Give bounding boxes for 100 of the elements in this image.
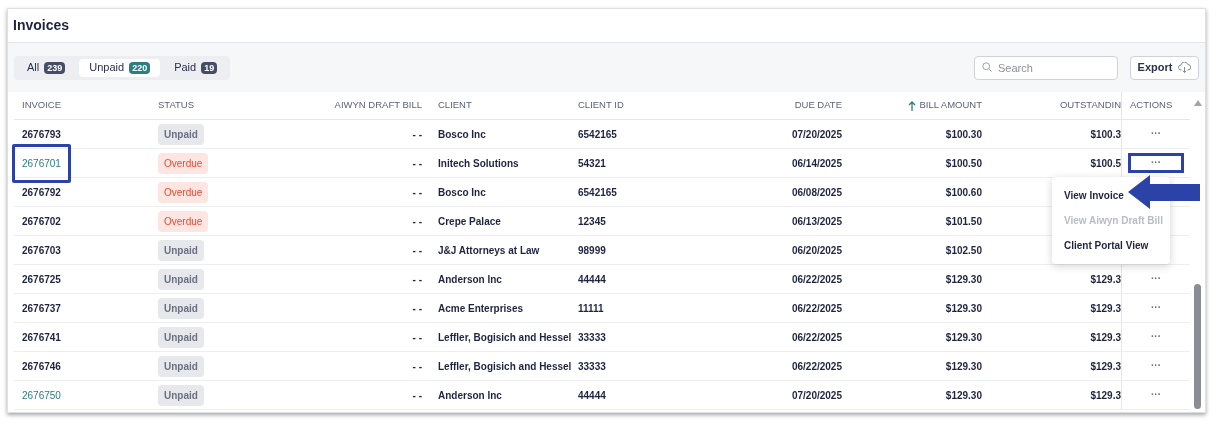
status-pill: Overdue [158, 210, 209, 232]
more-actions-button[interactable]: ··· [1131, 274, 1181, 284]
column-header: CLIENT ID [577, 98, 625, 113]
client-id: 12345 [578, 215, 606, 227]
invoice-link[interactable]: 2676750 [22, 389, 61, 401]
draft-bill-value: - - [412, 360, 422, 372]
client-id: 98999 [578, 244, 606, 256]
bill-amount: $129.30 [945, 302, 982, 314]
column-header: STATUS [157, 98, 196, 113]
more-actions-button[interactable]: ··· [1131, 332, 1181, 342]
client-name: Bosco Inc [438, 128, 486, 140]
count-badge: 239 [44, 61, 66, 74]
status-pill: Unpaid [158, 326, 204, 348]
status-pill: Unpaid [158, 239, 204, 261]
client-id: 44444 [578, 273, 606, 285]
count-badge: 19 [201, 61, 218, 74]
client-name: Crepe Palace [438, 215, 501, 227]
invoice-number: 2676792 [22, 186, 61, 198]
column-header: DUE DATE [793, 98, 843, 113]
filter-tab[interactable]: Unpaid 220 [79, 58, 161, 77]
client-id: 33333 [578, 331, 606, 343]
more-actions-button[interactable]: ··· [1131, 303, 1181, 313]
invoice-link[interactable]: 2676701 [22, 157, 61, 169]
client-id: 11111 [578, 302, 604, 314]
outstanding-amount: $100.5 [1090, 157, 1121, 169]
client-id: 6542165 [578, 186, 617, 198]
export-button[interactable]: Export [1130, 55, 1199, 80]
due-date: 06/14/2025 [791, 157, 842, 169]
page-title: Invoices [13, 16, 70, 35]
client-name: Anderson Inc [438, 273, 502, 285]
outstanding-amount: $129.3 [1090, 360, 1121, 372]
invoice-number: 2676703 [22, 244, 61, 256]
client-name: Initech Solutions [438, 157, 519, 169]
invoice-number: 2676702 [22, 215, 61, 227]
more-actions-button[interactable]: ··· [1131, 129, 1181, 139]
client-id: 33333 [578, 360, 606, 372]
bill-amount: $129.30 [945, 389, 982, 401]
due-date: 06/20/2025 [791, 244, 842, 256]
bill-amount: $102.50 [945, 244, 982, 256]
menu-item[interactable]: Client Portal View [1052, 233, 1170, 258]
bill-amount: $129.30 [945, 360, 982, 372]
client-name: Leffler, Bogisich and Hessel [438, 331, 572, 343]
scroll-up-icon[interactable] [1194, 100, 1202, 106]
status-pill: Overdue [158, 152, 209, 174]
search-icon [982, 62, 992, 72]
outstanding-amount: $129.3 [1090, 389, 1121, 401]
client-id: 6542165 [578, 128, 617, 140]
client-id: 54321 [578, 157, 606, 169]
draft-bill-value: - - [412, 128, 422, 140]
draft-bill-value: - - [412, 302, 422, 314]
invoice-number: 2676741 [22, 331, 61, 343]
client-name: Bosco Inc [438, 186, 486, 198]
column-header[interactable]: BILL AMOUNT [850, 98, 990, 113]
filter-tab[interactable]: Paid 19 [164, 58, 228, 77]
bill-amount: $100.50 [945, 157, 982, 169]
status-pill: Overdue [158, 181, 209, 203]
draft-bill-value: - - [412, 215, 422, 227]
more-actions-button[interactable]: ··· [1131, 361, 1181, 371]
bill-amount: $129.30 [945, 331, 982, 343]
draft-bill-value: - - [412, 186, 422, 198]
bill-amount: $129.30 [945, 273, 982, 285]
outstanding-amount: $129.3 [1090, 273, 1121, 285]
bill-amount: $100.60 [945, 186, 982, 198]
bill-amount: $101.50 [945, 215, 982, 227]
draft-bill-value: - - [412, 157, 422, 169]
client-id: 44444 [578, 389, 606, 401]
status-pill: Unpaid [158, 355, 204, 377]
scrollbar-thumb[interactable] [1194, 284, 1201, 409]
sort-arrow-icon [907, 100, 916, 111]
menu-item: View Aiwyn Draft Bill [1052, 208, 1170, 233]
due-date: 06/22/2025 [791, 360, 842, 372]
menu-item[interactable]: View Invoice [1052, 183, 1170, 208]
status-pill: Unpaid [158, 384, 204, 406]
column-header: INVOICE [21, 98, 63, 113]
column-header: CLIENT [437, 98, 473, 113]
client-name: J&J Attorneys at Law [438, 244, 540, 256]
filter-tab[interactable]: All 239 [17, 58, 76, 77]
status-pill: Unpaid [158, 268, 204, 290]
more-actions-button[interactable]: ··· [1131, 390, 1181, 400]
client-name: Leffler, Bogisich and Hessel [438, 360, 572, 372]
draft-bill-value: - - [412, 331, 422, 343]
due-date: 06/08/2025 [791, 186, 842, 198]
draft-bill-value: - - [412, 273, 422, 285]
client-name: Anderson Inc [438, 389, 502, 401]
status-pill: Unpaid [158, 123, 204, 145]
more-actions-button[interactable]: ··· [1131, 156, 1181, 170]
invoice-number: 2676725 [22, 273, 61, 285]
draft-bill-value: - - [412, 389, 422, 401]
client-name: Acme Enterprises [438, 302, 524, 314]
search-field[interactable]: Search [974, 56, 1118, 80]
due-date: 06/22/2025 [791, 331, 842, 343]
outstanding-amount: $129.3 [1090, 302, 1121, 314]
column-header: AIWYN DRAFT BILL [333, 98, 423, 113]
invoice-number: 2676737 [22, 302, 61, 314]
due-date: 06/22/2025 [791, 273, 842, 285]
draft-bill-value: - - [412, 244, 422, 256]
due-date: 06/13/2025 [791, 215, 842, 227]
count-badge: 220 [129, 61, 151, 74]
column-header: OUTSTANDIN [1058, 98, 1121, 113]
column-header: ACTIONS [1121, 92, 1190, 119]
